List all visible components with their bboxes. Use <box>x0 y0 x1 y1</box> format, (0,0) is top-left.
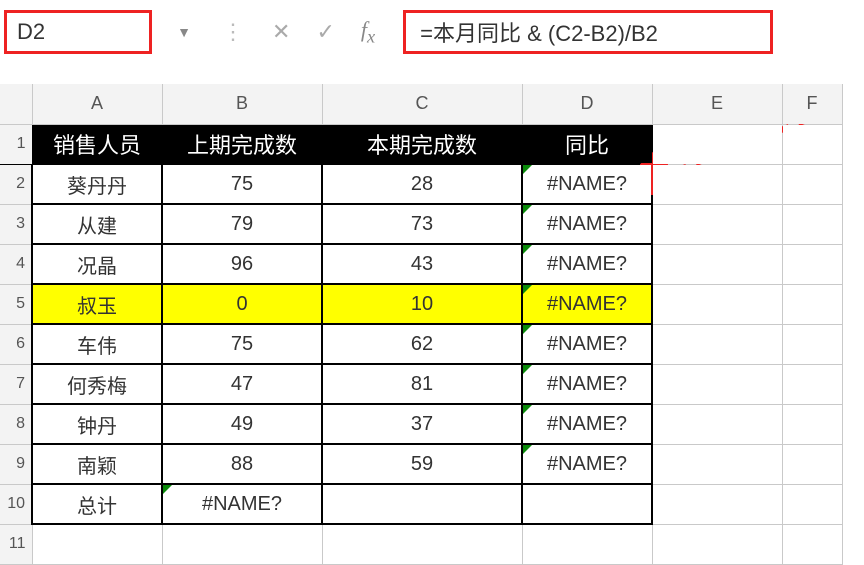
table-header-cell[interactable]: 本期完成数 <box>322 124 522 164</box>
formula-bar: D2 ▼ ⋮ ✕ ✓ fx =本月同比 & (C2-B2)/B2 <box>0 0 864 64</box>
row-header[interactable]: 8 <box>0 404 32 444</box>
row-header[interactable]: 9 <box>0 444 32 484</box>
cell[interactable] <box>782 524 842 564</box>
cell[interactable]: #NAME? <box>522 364 652 404</box>
cell[interactable] <box>652 364 782 404</box>
col-header[interactable]: F <box>782 84 842 124</box>
divider-icon: ⋮ <box>222 19 246 45</box>
cell[interactable]: #NAME? <box>162 484 322 524</box>
cell[interactable]: 79 <box>162 204 322 244</box>
cell[interactable]: 81 <box>322 364 522 404</box>
cell[interactable] <box>782 444 842 484</box>
cell[interactable]: 75 <box>162 324 322 364</box>
cell[interactable]: #NAME? <box>522 444 652 484</box>
cell[interactable]: #NAME? <box>522 244 652 284</box>
cell[interactable] <box>782 324 842 364</box>
cell[interactable] <box>522 484 652 524</box>
cell[interactable] <box>652 124 782 164</box>
cell[interactable]: 况晶 <box>32 244 162 284</box>
cell[interactable]: 0 <box>162 284 322 324</box>
cell[interactable] <box>782 204 842 244</box>
cell[interactable] <box>652 204 782 244</box>
cell[interactable]: 88 <box>162 444 322 484</box>
cell[interactable]: 28 <box>322 164 522 204</box>
cell[interactable]: 62 <box>322 324 522 364</box>
name-box[interactable]: D2 ▼ <box>4 10 152 54</box>
row-header[interactable]: 1 <box>0 124 32 164</box>
cell[interactable] <box>652 324 782 364</box>
cell[interactable]: 何秀梅 <box>32 364 162 404</box>
col-header[interactable]: A <box>32 84 162 124</box>
cell[interactable] <box>782 124 842 164</box>
cell[interactable]: 49 <box>162 404 322 444</box>
row-header[interactable]: 11 <box>0 524 32 564</box>
cell[interactable]: 59 <box>322 444 522 484</box>
cell[interactable]: 葵丹丹 <box>32 164 162 204</box>
row-header[interactable]: 10 <box>0 484 32 524</box>
col-header[interactable]: E <box>652 84 782 124</box>
row-header[interactable]: 7 <box>0 364 32 404</box>
table-header-cell[interactable]: 同比 <box>522 124 652 164</box>
cell[interactable] <box>652 444 782 484</box>
cell[interactable]: 73 <box>322 204 522 244</box>
cell[interactable]: 钟丹 <box>32 404 162 444</box>
col-header[interactable]: B <box>162 84 322 124</box>
cell[interactable]: 37 <box>322 404 522 444</box>
col-header[interactable]: C <box>322 84 522 124</box>
cell[interactable]: 车伟 <box>32 324 162 364</box>
cell[interactable] <box>652 404 782 444</box>
cell[interactable] <box>652 164 782 204</box>
formula-text: =本月同比 & (C2-B2)/B2 <box>420 16 658 48</box>
col-header[interactable]: D <box>522 84 652 124</box>
cell[interactable] <box>782 284 842 324</box>
cell[interactable]: 43 <box>322 244 522 284</box>
cell[interactable] <box>782 244 842 284</box>
row-header[interactable]: 4 <box>0 244 32 284</box>
cell[interactable] <box>782 404 842 444</box>
cell[interactable] <box>162 524 322 564</box>
cell[interactable] <box>652 284 782 324</box>
cell[interactable] <box>322 484 522 524</box>
name-box-dropdown-icon[interactable]: ▼ <box>177 24 191 40</box>
cell[interactable]: #NAME? <box>522 404 652 444</box>
cell[interactable] <box>652 244 782 284</box>
cell[interactable] <box>782 164 842 204</box>
cell[interactable]: 总计 <box>32 484 162 524</box>
cell[interactable]: 叔玉 <box>32 284 162 324</box>
cell[interactable] <box>32 524 162 564</box>
cell[interactable]: 10 <box>322 284 522 324</box>
cell[interactable] <box>522 524 652 564</box>
cell[interactable]: #NAME? <box>522 164 652 204</box>
cell[interactable]: 从建 <box>32 204 162 244</box>
cell[interactable] <box>782 484 842 524</box>
formula-bar-buttons: ⋮ ✕ ✓ fx <box>222 17 375 47</box>
cell[interactable]: #NAME? <box>522 324 652 364</box>
formula-input[interactable]: =本月同比 & (C2-B2)/B2 <box>403 10 773 54</box>
name-box-value: D2 <box>17 19 45 45</box>
spreadsheet-grid[interactable]: A B C D E F 1 销售人员 上期完成数 本期完成数 同比 2葵丹丹75… <box>0 84 843 565</box>
table-header-cell[interactable]: 销售人员 <box>32 124 162 164</box>
cell[interactable] <box>782 364 842 404</box>
cell[interactable] <box>652 484 782 524</box>
fx-icon[interactable]: fx <box>361 17 375 47</box>
cancel-icon[interactable]: ✕ <box>272 19 290 45</box>
cell[interactable]: #NAME? <box>522 204 652 244</box>
row-header[interactable]: 5 <box>0 284 32 324</box>
accept-icon[interactable]: ✓ <box>316 19 334 45</box>
cell[interactable]: #NAME? <box>522 284 652 324</box>
cell[interactable]: 47 <box>162 364 322 404</box>
row-header[interactable]: 2 <box>0 164 32 204</box>
cell[interactable] <box>322 524 522 564</box>
row-header[interactable]: 6 <box>0 324 32 364</box>
cell[interactable]: 75 <box>162 164 322 204</box>
row-header[interactable]: 3 <box>0 204 32 244</box>
cell[interactable] <box>652 524 782 564</box>
select-all-corner[interactable] <box>0 84 32 124</box>
cell[interactable]: 96 <box>162 244 322 284</box>
table-header-cell[interactable]: 上期完成数 <box>162 124 322 164</box>
cell[interactable]: 南颖 <box>32 444 162 484</box>
